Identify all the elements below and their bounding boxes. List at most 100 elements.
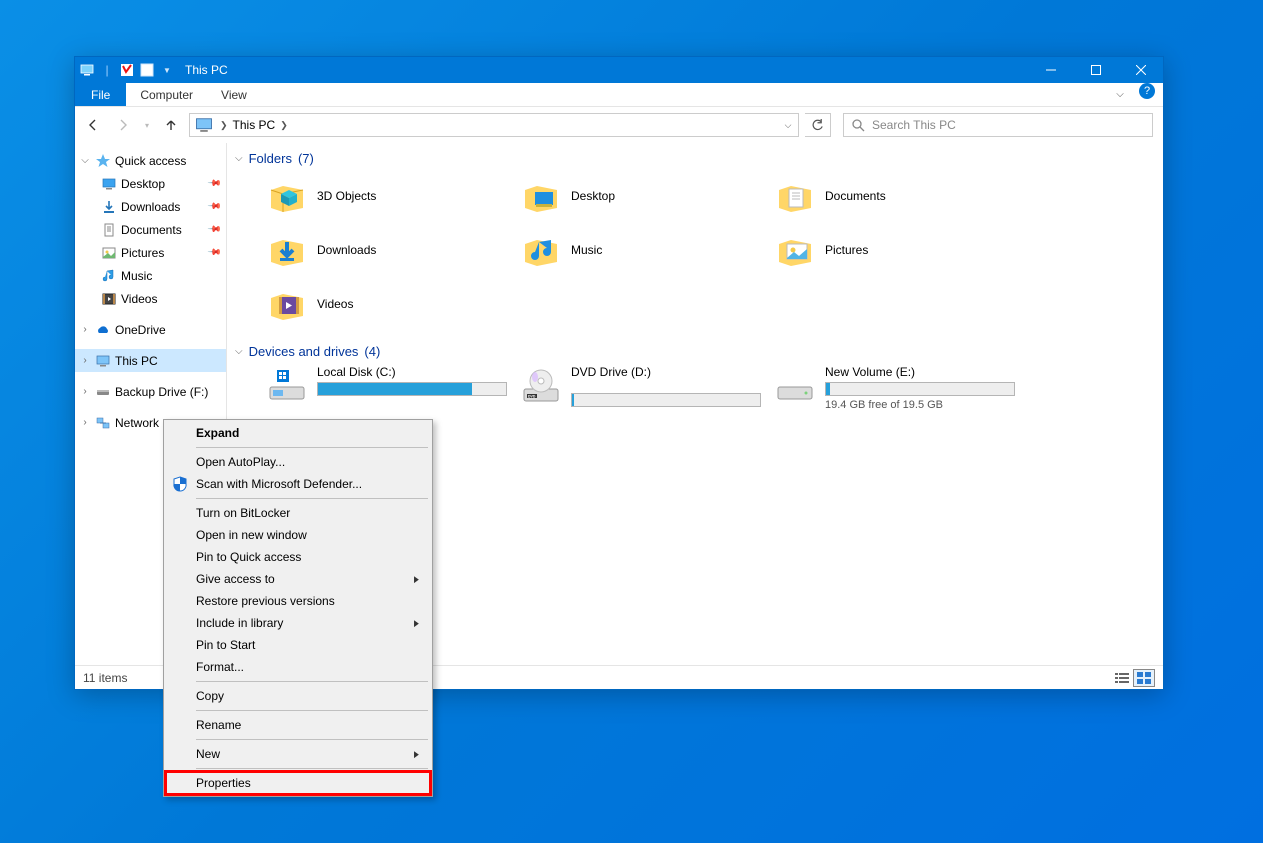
pin-icon: 📌 bbox=[207, 176, 223, 192]
menu-scan-with-microsoft-defender[interactable]: Scan with Microsoft Defender... bbox=[166, 473, 430, 495]
ribbon-tab-computer[interactable]: Computer bbox=[126, 83, 207, 106]
search-icon bbox=[844, 118, 872, 132]
address-dropdown-icon[interactable]: ⌵ bbox=[778, 120, 798, 131]
status-item-count: 11 items bbox=[83, 671, 127, 685]
star-icon bbox=[95, 153, 111, 169]
navigation-row: ▾ ❯ This PC ❯ ⌵ Search This PC bbox=[75, 107, 1163, 143]
folder-icon bbox=[775, 176, 815, 216]
crumb-sep-icon[interactable]: ❯ bbox=[218, 120, 230, 131]
folder-label: Pictures bbox=[825, 243, 868, 257]
refresh-button[interactable] bbox=[805, 113, 831, 137]
chevron-right-icon[interactable]: › bbox=[79, 386, 91, 397]
sidebar-this-pc[interactable]: › This PC bbox=[75, 349, 226, 372]
menu-label: Expand bbox=[196, 426, 239, 440]
chevron-right-icon[interactable]: › bbox=[79, 355, 91, 366]
menu-new[interactable]: New bbox=[166, 743, 430, 765]
ribbon-collapse-icon[interactable]: ⌵ bbox=[1109, 83, 1131, 106]
network-icon bbox=[95, 415, 111, 431]
sidebar-item-label: Backup Drive (F:) bbox=[115, 385, 208, 399]
properties-icon[interactable] bbox=[119, 62, 135, 78]
maximize-button[interactable] bbox=[1073, 57, 1118, 83]
qat-dropdown-icon[interactable]: ▼ bbox=[159, 62, 175, 78]
capacity-bar bbox=[825, 382, 1015, 396]
group-drives[interactable]: ⌵ Devices and drives (4) bbox=[227, 336, 1163, 363]
chevron-down-icon[interactable]: ⌵ bbox=[79, 155, 91, 166]
sidebar-item-videos[interactable]: Videos bbox=[75, 287, 226, 310]
menu-separator bbox=[196, 447, 428, 448]
folder-label: Documents bbox=[825, 189, 886, 203]
drive-c[interactable]: Local Disk (C:) bbox=[267, 365, 517, 421]
up-button[interactable] bbox=[159, 113, 183, 137]
qat-separator: | bbox=[99, 62, 115, 78]
folder-music[interactable]: Music bbox=[521, 226, 771, 274]
recent-dropdown-icon[interactable]: ▾ bbox=[141, 113, 153, 137]
new-folder-icon[interactable] bbox=[139, 62, 155, 78]
chevron-down-icon[interactable]: ⌵ bbox=[235, 153, 243, 164]
menu-copy[interactable]: Copy bbox=[166, 685, 430, 707]
folder-documents[interactable]: Documents bbox=[775, 172, 1025, 220]
address-bar[interactable]: ❯ This PC ❯ ⌵ bbox=[189, 113, 799, 137]
folder-3d-objects[interactable]: 3D Objects bbox=[267, 172, 517, 220]
menu-separator bbox=[196, 498, 428, 499]
menu-pin-to-quick-access[interactable]: Pin to Quick access bbox=[166, 546, 430, 568]
cloud-icon bbox=[95, 322, 111, 338]
sidebar-quick-access[interactable]: ⌵ Quick access bbox=[75, 149, 226, 172]
sidebar-item-downloads[interactable]: Downloads📌 bbox=[75, 195, 226, 218]
group-count: (7) bbox=[298, 151, 314, 166]
menu-turn-on-bitlocker[interactable]: Turn on BitLocker bbox=[166, 502, 430, 524]
menu-give-access-to[interactable]: Give access to bbox=[166, 568, 430, 590]
sidebar-item-label: Videos bbox=[121, 292, 157, 306]
menu-open-autoplay[interactable]: Open AutoPlay... bbox=[166, 451, 430, 473]
minimize-button[interactable] bbox=[1028, 57, 1073, 83]
folder-icon bbox=[101, 268, 117, 284]
close-button[interactable] bbox=[1118, 57, 1163, 83]
drive-f-hidden[interactable] bbox=[521, 393, 761, 449]
menu-label: Pin to Quick access bbox=[196, 550, 301, 564]
ribbon-file-tab[interactable]: File bbox=[75, 83, 126, 106]
menu-include-in-library[interactable]: Include in library bbox=[166, 612, 430, 634]
chevron-right-icon[interactable]: › bbox=[79, 417, 91, 428]
help-icon[interactable]: ? bbox=[1139, 83, 1155, 99]
sidebar-backup-drive[interactable]: › Backup Drive (F:) bbox=[75, 380, 226, 403]
group-folders[interactable]: ⌵ Folders (7) bbox=[227, 143, 1163, 170]
sidebar-item-documents[interactable]: Documents📌 bbox=[75, 218, 226, 241]
folder-videos[interactable]: Videos bbox=[267, 280, 517, 328]
crumb-sep-icon[interactable]: ❯ bbox=[278, 120, 290, 131]
menu-label: Open in new window bbox=[196, 528, 307, 542]
folder-pictures[interactable]: Pictures bbox=[775, 226, 1025, 274]
tiles-view-button[interactable] bbox=[1133, 669, 1155, 687]
details-view-button[interactable] bbox=[1111, 669, 1133, 687]
menu-restore-previous-versions[interactable]: Restore previous versions bbox=[166, 590, 430, 612]
folder-downloads[interactable]: Downloads bbox=[267, 226, 517, 274]
forward-button[interactable] bbox=[111, 113, 135, 137]
menu-label: Turn on BitLocker bbox=[196, 506, 290, 520]
menu-properties[interactable]: Properties bbox=[166, 772, 430, 794]
ribbon-tab-view[interactable]: View bbox=[207, 83, 261, 106]
menu-label: Scan with Microsoft Defender... bbox=[196, 477, 362, 491]
titlebar: | ▼ This PC bbox=[75, 57, 1163, 83]
chevron-down-icon[interactable]: ⌵ bbox=[235, 346, 243, 357]
folder-desktop[interactable]: Desktop bbox=[521, 172, 771, 220]
search-box[interactable]: Search This PC bbox=[843, 113, 1153, 137]
menu-pin-to-start[interactable]: Pin to Start bbox=[166, 634, 430, 656]
sidebar-onedrive[interactable]: › OneDrive bbox=[75, 318, 226, 341]
folder-icon bbox=[775, 230, 815, 270]
drive-e[interactable]: New Volume (E:) 19.4 GB free of 19.5 GB bbox=[775, 365, 1025, 421]
chevron-right-icon[interactable]: › bbox=[79, 324, 91, 335]
drive-label: New Volume (E:) bbox=[825, 365, 1015, 379]
sidebar-item-music[interactable]: Music bbox=[75, 264, 226, 287]
sidebar-item-desktop[interactable]: Desktop📌 bbox=[75, 172, 226, 195]
menu-rename[interactable]: Rename bbox=[166, 714, 430, 736]
sidebar-item-label: Documents bbox=[121, 223, 182, 237]
menu-format[interactable]: Format... bbox=[166, 656, 430, 678]
back-button[interactable] bbox=[81, 113, 105, 137]
window-title: This PC bbox=[179, 63, 228, 77]
menu-expand[interactable]: Expand bbox=[166, 422, 430, 444]
sidebar-item-label: This PC bbox=[115, 354, 158, 368]
sidebar-item-pictures[interactable]: Pictures📌 bbox=[75, 241, 226, 264]
folder-label: 3D Objects bbox=[317, 189, 376, 203]
folder-icon bbox=[267, 230, 307, 270]
group-count: (4) bbox=[364, 344, 380, 359]
menu-open-in-new-window[interactable]: Open in new window bbox=[166, 524, 430, 546]
breadcrumb[interactable]: This PC bbox=[230, 118, 279, 132]
